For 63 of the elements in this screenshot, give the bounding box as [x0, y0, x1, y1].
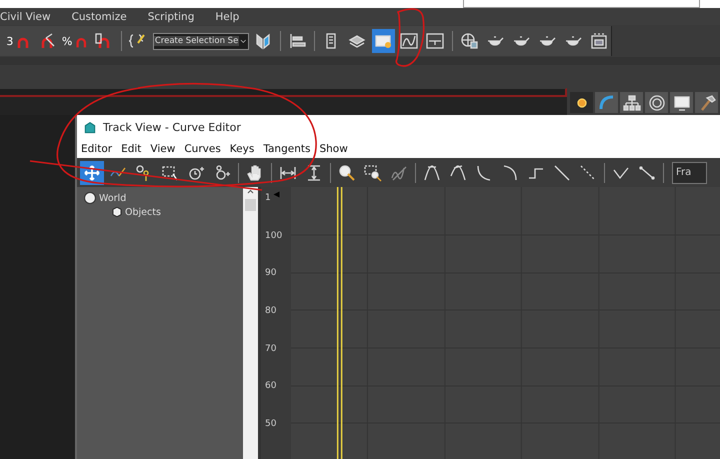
ruler-label: 80: [265, 305, 276, 318]
command-panel-tab[interactable]: [695, 92, 718, 113]
ruler-label: 50: [265, 418, 276, 432]
vertical-extent-icon: [305, 164, 323, 182]
window-title: Track View - Curve Editor: [103, 121, 241, 134]
command-panel-tab[interactable]: [620, 92, 643, 113]
dotted-diagonal-icon: [579, 164, 597, 182]
tree-item[interactable]: World: [99, 192, 126, 204]
region-magnifier-icon: [364, 164, 382, 182]
ruler-label: 70: [265, 342, 276, 356]
menu-item[interactable]: Help: [215, 10, 248, 22]
scrollbar-thumb[interactable]: [245, 199, 256, 211]
diagonal-line-icon: [553, 164, 571, 182]
command-panel-tab[interactable]: [670, 92, 693, 113]
ruler-label: 60: [265, 380, 276, 394]
peak-curve-icon: [423, 164, 441, 182]
sheet-icon: [426, 32, 444, 50]
snap-magnet-tool-button[interactable]: 3: [6, 29, 33, 53]
command-panel-tab[interactable]: [645, 92, 668, 113]
selection-set-dropdown[interactable]: Create Selection Se: [152, 32, 249, 50]
magnifier-icon: [338, 164, 356, 182]
diagonal-points-icon: [638, 164, 656, 182]
curve-graph-icon: [400, 32, 418, 50]
braces-pencil-icon: [129, 32, 148, 50]
menu-item[interactable]: Editor: [81, 143, 112, 155]
search-field[interactable]: [463, 0, 700, 8]
command-panel-tab[interactable]: [570, 92, 593, 113]
curve-window-tool-button[interactable]: [372, 29, 395, 53]
scrollbar[interactable]: [243, 187, 258, 459]
dashed-select-icon: [161, 164, 179, 182]
checkered-sphere-icon: [460, 32, 478, 50]
percent-snap-tool-button[interactable]: %: [62, 29, 90, 53]
menu-item[interactable]: Scripting: [148, 10, 204, 22]
falling-curve-icon: [475, 164, 493, 182]
menu-item[interactable]: Curves: [184, 143, 221, 155]
hierarchy-icon: [622, 94, 640, 112]
caret-up-icon: [246, 187, 255, 196]
tree-item[interactable]: Objects: [125, 206, 161, 218]
menu-item[interactable]: Customize: [72, 10, 136, 22]
ruler-label: 1: [265, 192, 271, 205]
arc-icon: [598, 94, 616, 112]
key-marker-icon: [272, 190, 281, 199]
ruler-label: 100: [265, 230, 282, 243]
monitor-icon: [672, 94, 690, 112]
frame-field[interactable]: Fra: [672, 162, 707, 184]
framed-picture-icon: [590, 32, 608, 50]
mirror-icon: [254, 32, 272, 50]
menu-item[interactable]: View: [150, 143, 176, 155]
align-icon: [288, 32, 306, 50]
app-logo-icon: [83, 120, 97, 134]
menu-item[interactable]: Show: [319, 143, 348, 155]
four-way-arrow-icon: [83, 164, 101, 182]
target-circle-icon: [648, 94, 666, 112]
peak-curve-icon: [449, 164, 467, 182]
slashed-curve-icon: [390, 164, 408, 182]
rising-curve-icon: [501, 164, 519, 182]
menu-item[interactable]: Civil View: [0, 10, 60, 22]
menu-item[interactable]: Edit: [121, 143, 142, 155]
cube-icon: [111, 206, 123, 218]
menu-item[interactable]: Keys: [230, 143, 254, 155]
globe-icon: [83, 191, 97, 205]
menu-item[interactable]: Tangents: [263, 143, 310, 155]
ruler-label: 90: [265, 267, 276, 280]
